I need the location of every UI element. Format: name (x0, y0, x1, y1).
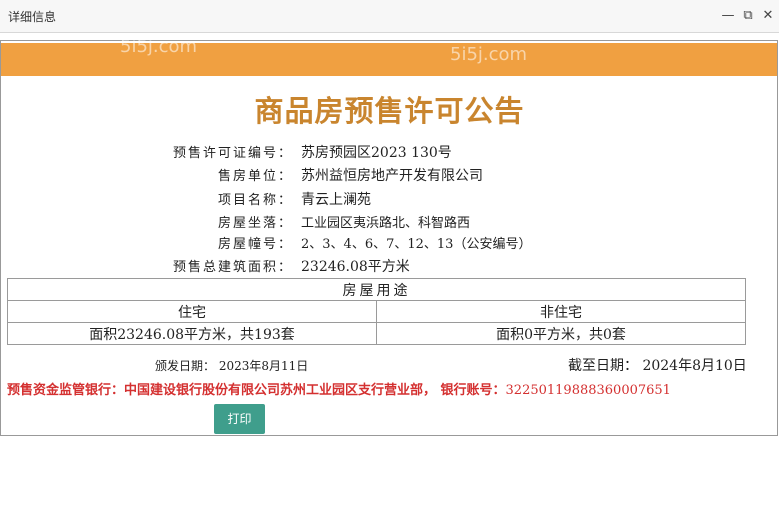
table-header: 住宅 (7, 300, 377, 323)
watermark: 5i5j.com (120, 36, 198, 57)
table-row: 房屋用途 (7, 278, 746, 301)
bank-text: 预售资金监管银行：中国建设银行股份有限公司苏州工业园区支行营业部， 银行账号： (7, 383, 506, 398)
field-project-name: 项目名称： 青云上澜苑 (0, 189, 779, 209)
watermark: 5i5j.com (450, 44, 528, 65)
field-value: 23246.08平方米 (301, 259, 410, 275)
expiry-date: 截至日期： 2024年8月10日 (568, 358, 747, 374)
header-bar (1, 43, 777, 76)
issue-date: 颁发日期： 2023年8月11日 (155, 359, 309, 373)
usage-table: 房屋用途 住宅 非住宅 面积23246.08平方米，共193套 面积0平方米，共… (7, 278, 746, 345)
bank-account: 32250119888360007651 (505, 383, 671, 398)
field-label: 预售总建筑面积： (172, 260, 293, 275)
field-permit-number: 预售许可证编号： 苏房预园区2023 130号 (0, 142, 779, 162)
window-title: 详细信息 (8, 10, 57, 24)
print-button[interactable]: 打印 (214, 404, 265, 434)
field-label: 售房单位： (217, 169, 293, 184)
table-header: 非住宅 (376, 300, 746, 323)
field-value: 工业园区夷浜路北、科智路西 (301, 216, 471, 231)
table-cell: 面积0平方米，共0套 (376, 322, 746, 345)
field-label: 预售许可证编号： (172, 146, 293, 161)
field-value: 2、3、4、6、7、12、13（公安编号） (301, 237, 532, 252)
window-titlebar: 详细信息 — ⧉ ✕ (0, 0, 779, 33)
restore-icon[interactable]: ⧉ (740, 8, 756, 24)
field-building-numbers: 房屋幢号： 2、3、4、6、7、12、13（公安编号） (0, 233, 779, 253)
close-icon[interactable]: ✕ (760, 8, 776, 24)
field-total-area: 预售总建筑面积： 23246.08平方米 (0, 256, 779, 276)
table-row: 面积23246.08平方米，共193套 面积0平方米，共0套 (7, 322, 746, 345)
field-value: 苏房预园区2023 130号 (301, 145, 452, 161)
field-label: 房屋坐落： (217, 216, 293, 231)
bank-info: 预售资金监管银行：中国建设银行股份有限公司苏州工业园区支行营业部， 银行账号：3… (7, 379, 671, 398)
table-cell: 面积23246.08平方米，共193套 (7, 322, 377, 345)
field-value: 苏州益恒房地产开发有限公司 (301, 168, 483, 184)
field-label: 项目名称： (217, 193, 293, 208)
field-seller: 售房单位： 苏州益恒房地产开发有限公司 (0, 165, 779, 185)
field-location: 房屋坐落： 工业园区夷浜路北、科智路西 (0, 212, 779, 232)
table-row: 住宅 非住宅 (7, 300, 746, 323)
minimize-icon[interactable]: — (720, 8, 736, 24)
table-title: 房屋用途 (7, 278, 746, 301)
field-value: 青云上澜苑 (301, 192, 371, 208)
field-label: 房屋幢号： (217, 237, 293, 252)
page-title: 商品房预售许可公告 (254, 94, 525, 128)
